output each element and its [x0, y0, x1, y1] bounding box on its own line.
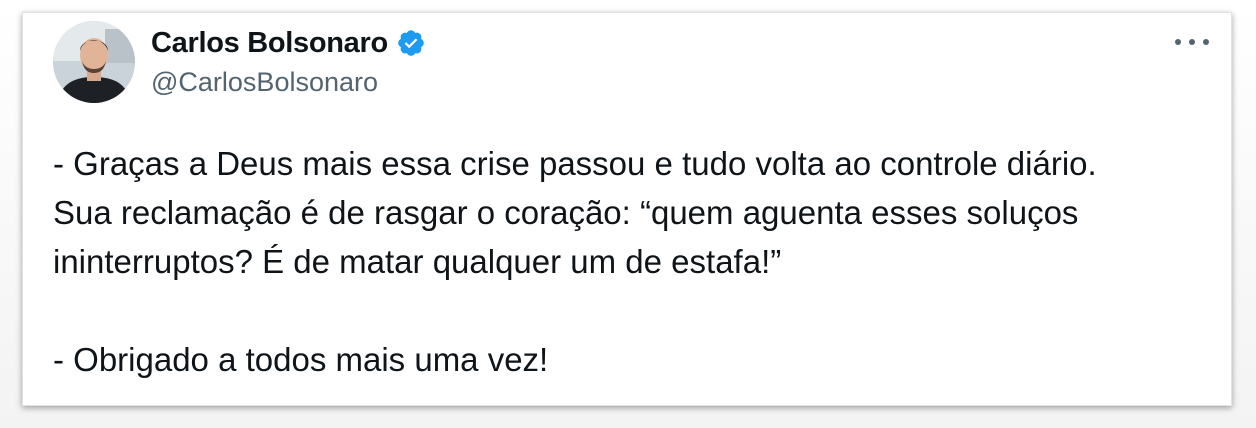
tweet-line: ininterruptos? É de matar qualquer um de… — [53, 243, 782, 280]
tweet-line: Sua reclamação é de rasgar o coração: “q… — [53, 194, 1079, 231]
page: Carlos Bolsonaro @CarlosBolsonaro - Graç… — [0, 0, 1256, 428]
avatar-image — [53, 21, 135, 103]
tweet-line: - Obrigado a todos mais uma vez! — [53, 341, 549, 378]
more-options-icon[interactable] — [1175, 35, 1209, 49]
tweet-text: - Graças a Deus mais essa crise passou e… — [53, 139, 1213, 384]
verified-badge-icon — [396, 28, 426, 58]
author-handle[interactable]: @CarlosBolsonaro — [151, 67, 378, 98]
tweet-card[interactable]: Carlos Bolsonaro @CarlosBolsonaro - Graç… — [22, 12, 1232, 406]
tweet-line: - Graças a Deus mais essa crise passou e… — [53, 145, 1097, 182]
author-display-name[interactable]: Carlos Bolsonaro — [151, 27, 388, 60]
author-name-row[interactable]: Carlos Bolsonaro — [151, 25, 426, 61]
avatar[interactable] — [53, 21, 135, 103]
